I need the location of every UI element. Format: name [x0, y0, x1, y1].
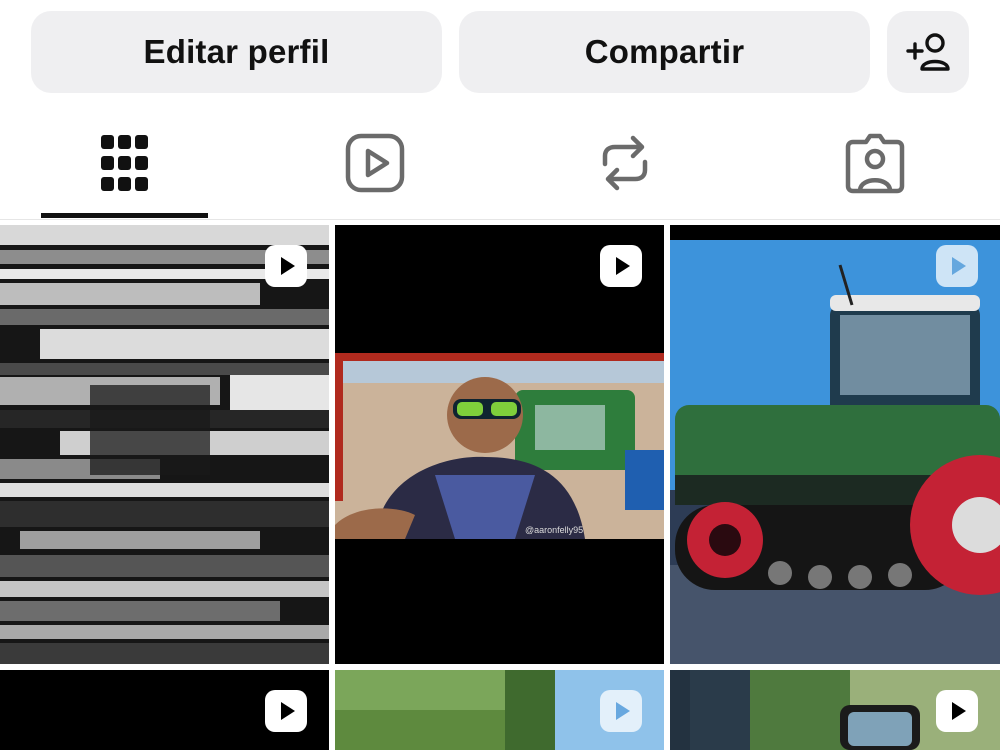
reels-icon	[345, 133, 405, 193]
tab-reels[interactable]	[335, 123, 415, 203]
profile-tabs	[0, 105, 1000, 220]
post-thumbnail[interactable]: @aaronfelly95	[335, 225, 664, 664]
divider	[0, 219, 1000, 220]
post-thumbnail[interactable]	[670, 225, 1000, 664]
tagged-icon	[845, 133, 905, 194]
repost-icon	[602, 135, 648, 191]
share-profile-button[interactable]: Compartir	[459, 11, 870, 93]
tractor-thumbnail-image	[670, 225, 1000, 664]
play-icon	[952, 257, 966, 275]
posts-grid: @aaronfelly95	[0, 225, 1000, 750]
post-thumbnail[interactable]	[0, 225, 329, 664]
tab-reposts[interactable]	[585, 123, 665, 203]
glitch-thumbnail-image	[0, 225, 329, 664]
reel-badge	[265, 245, 307, 287]
post-thumbnail[interactable]	[670, 670, 1000, 750]
post-thumbnail[interactable]	[335, 670, 664, 750]
video-watermark: @aaronfelly95	[525, 525, 584, 535]
play-icon	[281, 257, 295, 275]
play-icon	[616, 702, 630, 720]
add-person-icon	[906, 33, 950, 71]
reel-badge	[936, 245, 978, 287]
reel-badge	[600, 245, 642, 287]
play-icon	[281, 702, 295, 720]
reel-badge	[265, 690, 307, 732]
reel-badge	[936, 690, 978, 732]
post-thumbnail[interactable]	[0, 670, 329, 750]
tab-tagged[interactable]	[835, 123, 915, 203]
play-icon	[616, 257, 630, 275]
grid-icon	[101, 135, 148, 191]
reel-badge	[600, 690, 642, 732]
tab-grid[interactable]	[85, 123, 165, 203]
add-user-button[interactable]	[887, 11, 969, 93]
play-icon	[952, 702, 966, 720]
selfie-thumbnail-image	[335, 225, 664, 664]
profile-actions: Editar perfil Compartir	[0, 0, 1000, 105]
selected-tab-indicator	[41, 213, 208, 218]
edit-profile-button[interactable]: Editar perfil	[31, 11, 442, 93]
